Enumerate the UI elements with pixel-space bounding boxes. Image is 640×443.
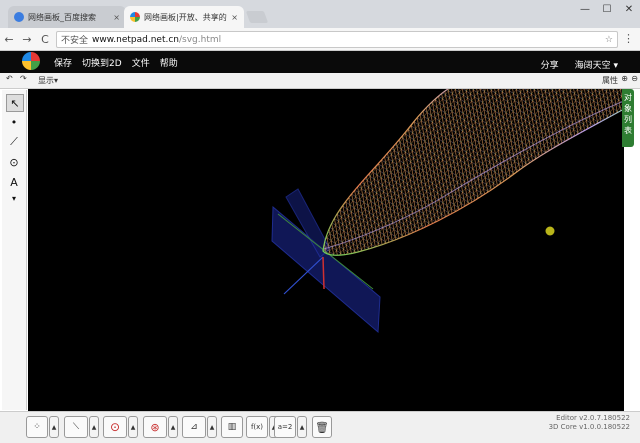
browser-tabstrip: 网络画板_百度搜索 × 网络画板|开放、共享的 × — ☐ ✕ bbox=[0, 0, 640, 28]
segment-tool-icon[interactable]: ⟋ bbox=[6, 134, 22, 150]
url-host: www.netpad.net.cn bbox=[92, 34, 179, 45]
point-object[interactable] bbox=[545, 226, 555, 236]
address-toolbar: ← → C 不安全 www.netpad.net.cn/svg.html ☆ ⋮ bbox=[0, 28, 640, 51]
maximize-button[interactable]: ☐ bbox=[596, 0, 618, 18]
points-group-dropdown[interactable]: ▲ bbox=[49, 416, 59, 438]
formula-group-icon[interactable]: a=2 bbox=[274, 416, 296, 438]
close-tab-icon[interactable]: × bbox=[113, 13, 120, 22]
lines-group-icon[interactable]: ⟍ bbox=[64, 416, 88, 438]
menu-switch-2d[interactable]: 切换到2D bbox=[82, 56, 122, 69]
delete-trash-icon[interactable]: 🗑 bbox=[312, 416, 332, 438]
bookmark-star-icon[interactable]: ☆ bbox=[605, 35, 613, 45]
circle-tool-icon[interactable]: ⊙ bbox=[6, 154, 22, 170]
user-menu[interactable]: 海阔天空 ▾ bbox=[575, 58, 618, 71]
netpad-logo bbox=[22, 52, 40, 70]
share-button[interactable]: 分享 bbox=[541, 58, 559, 71]
formula-group-dropdown[interactable]: ▲ bbox=[297, 416, 307, 438]
browser-tab-baidu[interactable]: 网络画板_百度搜索 × bbox=[8, 6, 126, 28]
editor-version: Editor v2.0.7.180522 bbox=[556, 414, 630, 422]
forward-button[interactable]: → bbox=[18, 33, 36, 46]
new-tab-button[interactable] bbox=[245, 11, 269, 23]
select-tool-icon[interactable]: ↖ bbox=[6, 94, 24, 112]
menu-help[interactable]: 帮助 bbox=[160, 56, 178, 69]
tab-title: 网络画板_百度搜索 bbox=[28, 12, 96, 22]
tool-sidebar: ↖ • ⟋ ⊙ A ▾ bbox=[2, 90, 27, 410]
z-axis bbox=[322, 256, 325, 290]
circles-group-dropdown[interactable]: ▲ bbox=[128, 416, 138, 438]
redo-icon[interactable]: ↷ bbox=[20, 74, 27, 83]
circles-group-icon[interactable]: ⊙ bbox=[103, 416, 127, 438]
core-version: 3D Core v1.0.0.180522 bbox=[548, 423, 630, 431]
point-tool-icon[interactable]: • bbox=[6, 114, 22, 130]
scene-svg bbox=[271, 89, 624, 334]
lines-group-dropdown[interactable]: ▲ bbox=[89, 416, 99, 438]
back-button[interactable]: ← bbox=[0, 33, 18, 46]
app-header-right: 分享 海阔天空 ▾ bbox=[541, 58, 618, 71]
netpad-favicon-icon bbox=[130, 12, 140, 22]
construct-group-icon[interactable]: ⊿ bbox=[182, 416, 206, 438]
paraboloid-surface[interactable] bbox=[322, 89, 624, 256]
close-window-button[interactable]: ✕ bbox=[618, 0, 640, 18]
browser-tab-netpad[interactable]: 网络画板|开放、共享的 × bbox=[124, 6, 244, 28]
secondary-toolbar: ↶ ↷ 显示▾ 属性 ⊕ ⊖ bbox=[0, 73, 640, 89]
browser-menu-icon[interactable]: ⋮ bbox=[623, 32, 634, 45]
baidu-favicon-icon bbox=[14, 12, 24, 22]
properties-button[interactable]: 属性 bbox=[602, 75, 618, 86]
bottom-toolbar: ⁘ ▲ ⟍ ▲ ⊙ ▲ ⊛ ▲ ⊿ ▲ ▥ f(x) ▲ a=2 ▲ 🗑 bbox=[0, 411, 640, 443]
transform-group-dropdown[interactable]: ▲ bbox=[168, 416, 178, 438]
menu-save[interactable]: 保存 bbox=[54, 56, 72, 69]
url-path: /svg.html bbox=[179, 34, 222, 45]
minimize-button[interactable]: — bbox=[574, 0, 596, 18]
3d-canvas[interactable] bbox=[28, 89, 624, 411]
more-tools-icon[interactable]: ▾ bbox=[6, 190, 22, 206]
points-group-icon[interactable]: ⁘ bbox=[26, 416, 48, 438]
undo-icon[interactable]: ↶ bbox=[6, 74, 13, 83]
zoom-out-icon[interactable]: ⊖ bbox=[631, 74, 638, 83]
reload-button[interactable]: C bbox=[36, 33, 54, 46]
construct-group-dropdown[interactable]: ▲ bbox=[207, 416, 217, 438]
zoom-in-icon[interactable]: ⊕ bbox=[621, 74, 628, 83]
show-dropdown[interactable]: 显示▾ bbox=[38, 75, 58, 86]
function-group-icon[interactable]: f(x) bbox=[246, 416, 268, 438]
url-input[interactable]: 不安全 www.netpad.net.cn/svg.html ☆ bbox=[56, 31, 618, 48]
object-list-tab[interactable]: 对象列表 bbox=[622, 89, 634, 147]
solid-group-icon[interactable]: ▥ bbox=[221, 416, 243, 438]
transform-group-icon[interactable]: ⊛ bbox=[143, 416, 167, 438]
security-indicator[interactable]: 不安全 bbox=[61, 33, 88, 46]
close-tab-icon[interactable]: × bbox=[231, 13, 238, 22]
tab-title: 网络画板|开放、共享的 bbox=[144, 12, 227, 22]
version-info: Editor v2.0.7.180522 3D Core v1.0.0.1805… bbox=[549, 414, 630, 432]
app-menu: 保存 切换到2D 文件 帮助 bbox=[54, 56, 178, 69]
text-tool-icon[interactable]: A bbox=[6, 174, 22, 190]
menu-file[interactable]: 文件 bbox=[132, 56, 150, 69]
